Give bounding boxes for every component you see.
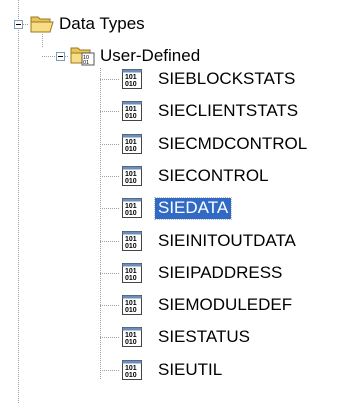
svg-text:101: 101 xyxy=(125,139,137,146)
svg-text:101: 101 xyxy=(125,236,137,243)
tree-item-siemoduledef[interactable]: SIEMODULEDEF xyxy=(155,293,295,317)
tree-item-sieinitoutdata[interactable]: SIEINITOUTDATA xyxy=(155,229,299,253)
tree-item-label: SIEIPADDRESS xyxy=(158,262,283,282)
tree-node-data-types[interactable]: Data Types xyxy=(56,12,148,36)
folder-binary-icon: 10 01 xyxy=(70,47,95,66)
tree-node-label: Data Types xyxy=(59,13,145,33)
tree-item-label: SIESTATUS xyxy=(158,326,250,346)
tree-item-siestatus[interactable]: SIESTATUS xyxy=(155,325,253,349)
tree-line xyxy=(42,34,43,48)
tree-line xyxy=(100,337,120,338)
collapse-toggle-data-types[interactable] xyxy=(14,20,23,29)
svg-text:101: 101 xyxy=(125,332,137,339)
tree-item-sieipaddress[interactable]: SIEIPADDRESS xyxy=(155,261,285,285)
svg-text:010: 010 xyxy=(125,339,137,346)
binary-type-icon: 101010 xyxy=(122,231,142,251)
binary-type-icon: 101010 xyxy=(122,327,142,347)
svg-text:01: 01 xyxy=(83,60,89,66)
tree-line xyxy=(100,208,120,209)
tree-line xyxy=(100,111,120,112)
tree-item-label: SIEDATA xyxy=(153,196,233,220)
tree-item-label: SIEINITOUTDATA xyxy=(158,230,296,250)
svg-text:010: 010 xyxy=(125,243,137,250)
folder-open-icon xyxy=(30,16,54,33)
tree-item-label: SIEBLOCKSTATS xyxy=(158,68,296,88)
svg-text:010: 010 xyxy=(125,178,137,185)
tree-node-label: User-Defined xyxy=(100,45,201,65)
svg-text:010: 010 xyxy=(125,81,137,88)
tree-line xyxy=(100,79,120,80)
tree-item-sieclientstats[interactable]: SIECLIENTSTATS xyxy=(155,99,301,123)
tree-item-label: SIECONTROL xyxy=(158,165,269,185)
data-types-tree: Data Types 10 01 User-Defined 101 010 SIEB… xyxy=(0,0,345,403)
svg-text:101: 101 xyxy=(125,203,137,210)
tree-line xyxy=(23,24,29,25)
tree-item-siecmdcontrol[interactable]: SIECMDCONTROL xyxy=(155,132,310,156)
binary-type-icon: 101010 xyxy=(122,295,142,315)
binary-type-icon: 101010 xyxy=(122,198,142,218)
svg-text:101: 101 xyxy=(125,74,137,81)
svg-text:101: 101 xyxy=(125,268,137,275)
svg-text:010: 010 xyxy=(125,146,137,153)
tree-item-sieutil[interactable]: SIEUTIL xyxy=(155,358,225,382)
tree-item-siecontrol[interactable]: SIECONTROL xyxy=(155,164,272,188)
tree-line xyxy=(100,273,120,274)
svg-text:101: 101 xyxy=(125,106,137,113)
tree-line xyxy=(100,68,101,379)
svg-text:010: 010 xyxy=(125,113,137,120)
tree-line xyxy=(100,176,120,177)
binary-type-icon: 101010 xyxy=(122,134,142,154)
svg-text:010: 010 xyxy=(125,275,137,282)
svg-text:010: 010 xyxy=(125,210,137,217)
tree-line xyxy=(100,144,120,145)
binary-type-icon: 101010 xyxy=(122,69,142,89)
svg-text:010: 010 xyxy=(125,307,137,314)
binary-type-icon: 101010 xyxy=(122,101,142,121)
svg-text:010: 010 xyxy=(125,372,137,379)
tree-line xyxy=(100,370,120,371)
tree-item-label: SIECMDCONTROL xyxy=(158,133,308,153)
binary-type-icon: 101010 xyxy=(122,360,142,380)
tree-line xyxy=(18,30,19,403)
binary-type-icon: 101010 xyxy=(122,263,142,283)
tree-item-label: SIEUTIL xyxy=(158,359,223,379)
tree-line xyxy=(100,305,120,306)
collapse-toggle-user-defined[interactable] xyxy=(56,52,65,61)
tree-item-label: SIEMODULEDEF xyxy=(158,294,293,314)
svg-text:101: 101 xyxy=(125,171,137,178)
tree-node-user-defined[interactable]: User-Defined xyxy=(97,44,203,68)
tree-item-sieblockstats[interactable]: SIEBLOCKSTATS xyxy=(155,67,298,91)
binary-type-icon: 101010 xyxy=(122,166,142,186)
svg-text:101: 101 xyxy=(125,300,137,307)
tree-line xyxy=(65,56,69,57)
tree-line xyxy=(42,56,56,57)
svg-text:101: 101 xyxy=(125,365,137,372)
tree-line xyxy=(100,241,120,242)
tree-item-siedata[interactable]: SIEDATA xyxy=(153,196,233,220)
tree-item-label: SIECLIENTSTATS xyxy=(158,100,299,120)
tree-line xyxy=(18,0,19,20)
